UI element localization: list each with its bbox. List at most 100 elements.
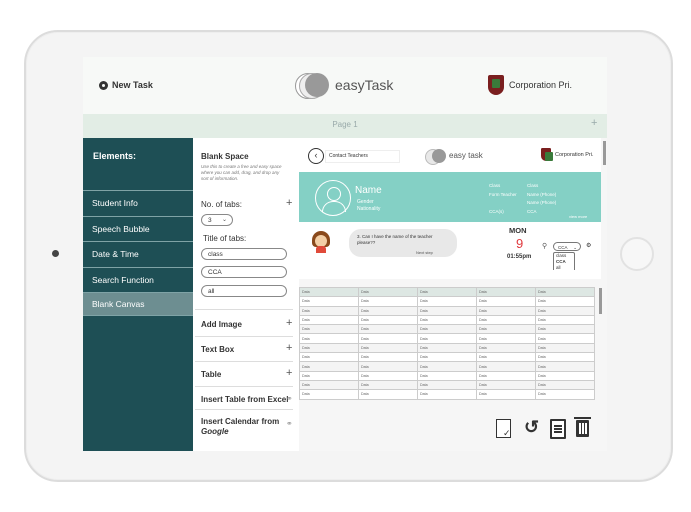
add-text-box-button[interactable]: + <box>286 342 292 354</box>
table-cell[interactable]: Data <box>417 342 477 354</box>
table-cell[interactable]: Data <box>476 286 536 298</box>
undo-icon[interactable]: ↺ <box>524 418 539 436</box>
table-cell[interactable]: Data <box>476 342 536 354</box>
table-cell[interactable]: Data <box>299 286 359 298</box>
table-cell[interactable]: Data <box>358 314 418 326</box>
filter-dropdown[interactable]: class CCA all <box>553 252 575 272</box>
insert-excel-label[interactable]: Insert Table from Excel <box>201 395 288 404</box>
table-cell[interactable]: Data <box>299 296 359 307</box>
table-cell[interactable]: Data <box>535 333 595 344</box>
sidebar-item-search-function[interactable]: Search Function <box>83 267 193 291</box>
table-cell[interactable]: Data <box>358 286 418 298</box>
table-cell[interactable]: Data <box>299 389 359 400</box>
table-cell[interactable]: Data <box>358 379 418 391</box>
add-table-button[interactable]: + <box>286 367 292 379</box>
tab-title-input-2[interactable]: CCA <box>201 266 287 278</box>
sidebar-item-blank-canvas[interactable]: Blank Canvas <box>83 292 193 316</box>
insert-calendar-label[interactable]: Insert Calendar from <box>201 417 279 426</box>
table-cell[interactable]: Data <box>535 389 595 400</box>
table-cell[interactable]: Data <box>299 305 359 316</box>
table-cell[interactable]: Data <box>358 352 418 363</box>
sidebar-item-student-info[interactable]: Student Info <box>83 190 193 214</box>
table-cell[interactable]: Data <box>417 314 477 326</box>
add-image-button[interactable]: + <box>286 317 292 329</box>
table-cell[interactable]: Data <box>299 370 359 381</box>
table-cell[interactable]: Data <box>417 352 477 363</box>
table-cell[interactable]: Data <box>476 389 536 400</box>
table-cell[interactable]: Data <box>417 379 477 391</box>
table-cell[interactable]: Data <box>535 296 595 307</box>
design-canvas[interactable]: ‹ Contact Teachers easy task Corporation… <box>299 138 607 451</box>
table-cell[interactable]: Data <box>299 342 359 354</box>
table-cell[interactable]: Data <box>535 286 595 298</box>
sidebar-item-speech-bubble[interactable]: Speech Bubble <box>83 216 193 240</box>
table-cell[interactable]: Data <box>417 361 477 372</box>
table-cell[interactable]: Data <box>358 333 418 344</box>
table-cell[interactable]: Data <box>417 305 477 316</box>
table-cell[interactable]: Data <box>417 370 477 381</box>
add-tab-button[interactable]: + <box>286 197 292 209</box>
table-cell[interactable]: Data <box>476 296 536 307</box>
filter-select[interactable]: CCA ⌄ <box>553 242 581 251</box>
bubble-next-link[interactable]: Next step <box>416 250 433 255</box>
table-cell[interactable]: Data <box>358 342 418 354</box>
table-cell[interactable]: Data <box>476 324 536 335</box>
table-label: Table <box>201 370 222 379</box>
table-cell[interactable]: Data <box>358 305 418 316</box>
table-cell[interactable]: Data <box>299 361 359 372</box>
table-spacer <box>299 270 601 279</box>
table-cell[interactable]: Data <box>535 370 595 381</box>
new-task-button[interactable]: New Task <box>99 80 153 90</box>
table-cell[interactable]: Data <box>417 333 477 344</box>
table-cell[interactable]: Data <box>417 296 477 307</box>
table-cell[interactable]: Data <box>358 296 418 307</box>
add-page-button[interactable]: + <box>591 117 597 129</box>
table-cell[interactable]: Data <box>535 361 595 372</box>
table-cell[interactable]: Data <box>476 352 536 363</box>
clipboard-check-icon[interactable]: ✓ <box>496 419 511 438</box>
tab-title-input-1[interactable]: class <box>201 248 287 260</box>
table-cell[interactable]: Data <box>299 352 359 363</box>
sidebar-item-date-time[interactable]: Date & Time <box>83 241 193 265</box>
table-cell[interactable]: Data <box>535 305 595 316</box>
table-cell[interactable]: Data <box>299 333 359 344</box>
table-scrollbar[interactable] <box>599 288 602 314</box>
table-cell[interactable]: Data <box>535 324 595 335</box>
view-more-link[interactable]: view more <box>569 214 587 219</box>
table-cell[interactable]: Data <box>299 324 359 335</box>
table-cell[interactable]: Data <box>535 314 595 326</box>
search-icon[interactable]: ⚲ <box>542 242 547 250</box>
contact-teachers-link[interactable]: Contact Teachers <box>325 150 400 163</box>
canvas-scrollbar[interactable] <box>603 141 606 165</box>
table-cell[interactable]: Data <box>358 361 418 372</box>
table-cell[interactable]: Data <box>417 324 477 335</box>
table-cell[interactable]: Data <box>476 314 536 326</box>
table-cell[interactable]: Data <box>358 389 418 400</box>
table-cell[interactable]: Data <box>299 379 359 391</box>
back-arrow-icon[interactable]: ‹ <box>308 148 324 164</box>
copy-icon[interactable] <box>550 419 566 439</box>
table-row: Data Data Data Data Data <box>299 370 595 381</box>
table-cell[interactable]: Data <box>476 370 536 381</box>
table-cell[interactable]: Data <box>535 379 595 391</box>
table-cell[interactable]: Data <box>299 314 359 326</box>
table-cell[interactable]: Data <box>358 324 418 335</box>
table-cell[interactable]: Data <box>535 342 595 354</box>
page-tab[interactable]: Page 1 <box>83 120 607 129</box>
tab-titles-label: Title of tabs: <box>203 234 247 243</box>
home-button[interactable] <box>620 237 654 271</box>
paperclip-icon[interactable]: ⚭ <box>286 394 293 403</box>
table-cell[interactable]: Data <box>417 286 477 298</box>
gear-icon[interactable]: ⚙ <box>586 242 591 249</box>
paperclip-icon[interactable]: ⚭ <box>286 419 293 428</box>
table-cell[interactable]: Data <box>476 305 536 316</box>
table-cell[interactable]: Data <box>476 379 536 391</box>
table-cell[interactable]: Data <box>535 352 595 363</box>
table-cell[interactable]: Data <box>417 389 477 400</box>
table-cell[interactable]: Data <box>476 333 536 344</box>
table-cell[interactable]: Data <box>358 370 418 381</box>
trash-icon[interactable] <box>574 417 591 437</box>
tab-title-input-3[interactable]: all <box>201 285 287 297</box>
tabs-count-select[interactable]: 3 ⌄ <box>201 214 233 226</box>
table-cell[interactable]: Data <box>476 361 536 372</box>
